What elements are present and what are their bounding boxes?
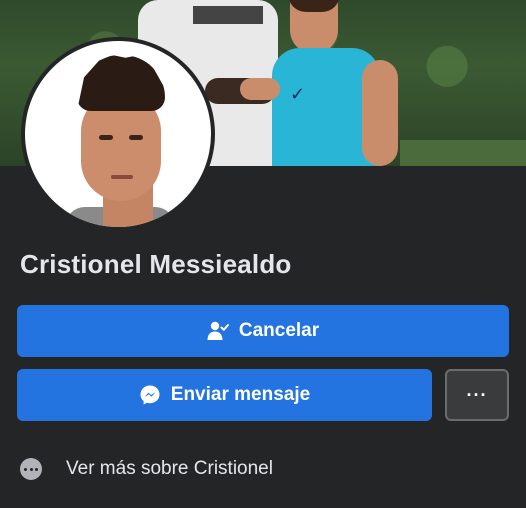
profile-name: Cristionel Messiealdo: [20, 249, 292, 279]
more-circle-icon: [20, 458, 42, 480]
cancel-request-button[interactable]: Cancelar: [17, 305, 509, 357]
see-more-about-label: Ver más sobre Cristionel: [66, 458, 273, 479]
cover-person-head: [288, 0, 340, 54]
cover-person-hand: [240, 78, 280, 100]
cover-person-arm-right: [362, 60, 398, 166]
friend-request-sent-icon: [207, 321, 229, 341]
send-message-button[interactable]: Enviar mensaje: [17, 369, 432, 421]
cover-grass: [400, 140, 526, 166]
avatar-hair: [77, 55, 165, 111]
more-options-button[interactable]: ···: [445, 369, 509, 421]
cancel-button-label: Cancelar: [238, 320, 320, 341]
see-more-about-link[interactable]: Ver más sobre Cristionel: [20, 455, 273, 483]
send-message-button-label: Enviar mensaje: [170, 384, 311, 405]
profile-picture[interactable]: [25, 41, 211, 227]
messenger-icon: [139, 384, 161, 406]
more-dots-icon: ···: [466, 384, 488, 405]
